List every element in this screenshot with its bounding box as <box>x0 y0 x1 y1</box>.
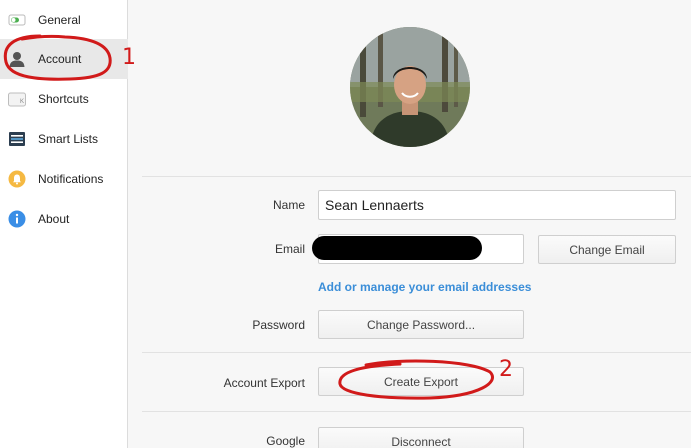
sidebar: General Account K Shortcuts Smart Lists … <box>0 0 128 448</box>
google-label: Google <box>266 434 305 448</box>
toggle-icon <box>8 11 26 29</box>
keyboard-icon: K <box>8 90 26 108</box>
sidebar-item-label: Notifications <box>38 172 104 186</box>
change-email-button[interactable]: Change Email <box>538 235 676 264</box>
sidebar-item-label: Smart Lists <box>38 132 99 146</box>
bell-icon <box>8 170 26 188</box>
sidebar-item-label: General <box>38 13 81 27</box>
avatar[interactable] <box>350 27 470 147</box>
disconnect-button[interactable]: Disconnect <box>318 427 524 448</box>
email-label: Email <box>274 242 305 256</box>
sidebar-item-label: Account <box>38 52 82 66</box>
sidebar-item-about[interactable]: About <box>0 199 128 239</box>
sidebar-item-smart-lists[interactable]: Smart Lists <box>0 119 128 159</box>
divider <box>142 352 691 353</box>
sidebar-item-label: Shortcuts <box>38 92 89 106</box>
name-label: Name <box>272 198 305 212</box>
svg-text:K: K <box>20 99 24 105</box>
account-panel: Name Sean Lennaerts Email Change Email A… <box>129 0 691 448</box>
manage-emails-link[interactable]: Add or manage your email addresses <box>318 280 531 294</box>
create-export-button[interactable]: Create Export <box>318 367 524 396</box>
list-icon <box>8 130 26 148</box>
password-label: Password <box>252 318 305 332</box>
user-icon <box>8 50 26 68</box>
change-password-button[interactable]: Change Password... <box>318 310 524 339</box>
info-icon <box>8 210 26 228</box>
divider <box>142 411 691 412</box>
sidebar-item-label: About <box>38 212 70 226</box>
name-field[interactable]: Sean Lennaerts <box>318 190 676 220</box>
redaction-mark <box>312 236 482 260</box>
sidebar-item-notifications[interactable]: Notifications <box>0 159 128 199</box>
sidebar-item-shortcuts[interactable]: K Shortcuts <box>0 79 128 119</box>
account-export-label: Account Export <box>223 376 305 390</box>
sidebar-item-account[interactable]: Account <box>0 39 128 79</box>
divider <box>142 176 691 177</box>
sidebar-item-general[interactable]: General <box>0 0 128 40</box>
